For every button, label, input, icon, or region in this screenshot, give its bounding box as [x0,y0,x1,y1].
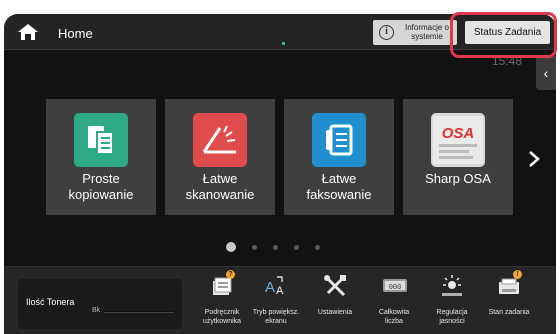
tool-label: Tryb powiększ. ekranu [252,309,300,325]
tile-simple-copy[interactable]: Proste kopiowanie [46,99,156,215]
sharp-osa-icon: OSA [431,113,485,167]
tool-total-count[interactable]: 000 Całkowita liczba [367,274,421,334]
tool-user-manual[interactable]: ? Podręcznik użytkownika [195,270,249,334]
system-info-button[interactable]: i Informacje o systemie [373,20,457,45]
tool-brightness[interactable]: Regulacja jasności [425,274,479,334]
settings-tools-icon [323,274,347,298]
alert-badge-icon: ! [513,270,522,279]
info-icon: i [379,25,394,40]
tool-label: Podręcznik użytkownika [202,309,242,325]
tool-label: Regulacja jasności [436,309,468,325]
tool-label: Całkowita liczba [378,309,410,325]
page-dot[interactable] [315,244,320,250]
svg-text:A: A [276,285,284,297]
tile-sharp-osa[interactable]: OSA Sharp OSA [403,99,513,215]
home-icon [18,24,38,40]
toner-bar [104,311,174,313]
home-button[interactable] [8,18,48,46]
toner-level-panel: Ilość Tonera Bk [18,279,182,329]
counter-icon: 000 [382,274,407,298]
tool-screen-zoom[interactable]: A A Tryb powiększ. ekranu [249,274,303,334]
tile-label: Proste kopiowanie [68,171,134,202]
brightness-icon [440,274,464,298]
status-button-highlight [450,12,557,58]
tool-settings[interactable]: Ustawienia [308,274,362,334]
tile-label: Sharp OSA [425,171,491,186]
page-dot[interactable] [252,244,257,250]
tile-label: Łatwe skanowanie [185,171,255,202]
page-dot[interactable] [294,244,299,250]
tile-label: Łatwe faksowanie [306,171,372,202]
svg-text:A: A [265,279,275,296]
system-info-label: Informacje o systemie [404,23,450,41]
toner-label: Ilość Tonera [26,297,75,307]
next-page-button[interactable] [524,147,544,171]
manual-icon: ? [210,270,235,298]
page-title: Home [58,26,93,41]
tool-label: Ustawienia [317,309,353,316]
page-dot-active[interactable] [226,242,236,252]
job-status-icon: ! [497,270,522,298]
side-panel-tab[interactable]: ‹ [536,56,556,90]
device-screen: Home i Informacje o systemie Status Zada… [4,14,556,334]
scan-icon [193,113,247,167]
tile-easy-scan[interactable]: Łatwe skanowanie [165,99,275,215]
chevron-right-icon [529,151,540,167]
svg-text:OSA: OSA [442,125,475,142]
toner-color-label: Bk [92,307,101,314]
copy-icon [74,113,128,167]
tile-easy-fax[interactable]: Łatwe faksowanie [284,99,394,215]
page-indicator [226,242,320,252]
tool-job-status[interactable]: ! Stan zadania [482,270,536,334]
tool-label: Stan zadania [488,309,530,316]
activity-indicator [282,42,285,45]
svg-text:000: 000 [389,284,402,292]
text-enlarge-icon: A A [264,274,288,298]
fax-icon [312,113,366,167]
page-dot[interactable] [273,244,278,250]
question-badge-icon: ? [226,270,235,279]
